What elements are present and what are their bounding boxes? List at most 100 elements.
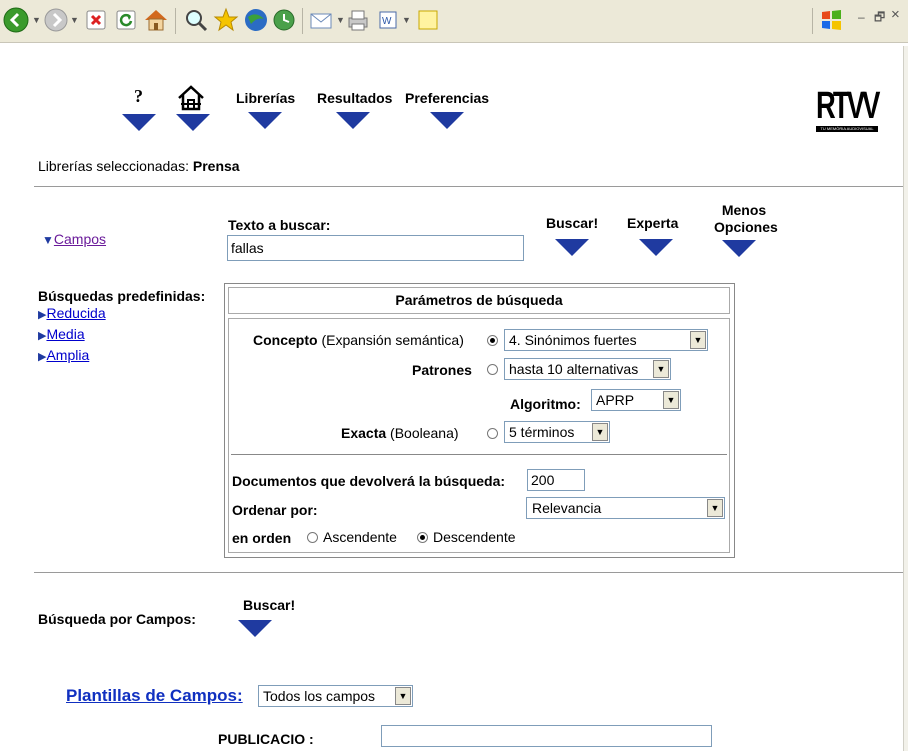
help-icon[interactable]: ? — [134, 86, 143, 107]
order-select[interactable]: Relevancia ▼ — [526, 497, 725, 519]
menos-label[interactable]: Menos — [714, 202, 774, 219]
exacta-label: Exacta — [341, 425, 387, 441]
nav-results[interactable]: Resultados — [317, 90, 392, 106]
campos-toggle[interactable]: ▼Campos — [42, 231, 106, 247]
rtvv-logo: RTVV TU MEMÒRIA AUDIOVISUAL — [816, 85, 880, 132]
mail-icon[interactable] — [308, 6, 336, 34]
search-icon[interactable] — [182, 6, 210, 34]
desc-radio[interactable] — [417, 532, 428, 543]
divider — [34, 186, 906, 187]
templates-select-value: Todos los campos — [263, 688, 376, 704]
print-icon[interactable] — [344, 6, 372, 34]
back-icon[interactable] — [2, 6, 30, 34]
experta-arrow-icon[interactable] — [639, 239, 673, 256]
templates-link[interactable]: Plantillas de Campos: — [66, 686, 243, 706]
less-options[interactable]: Menos Opciones — [714, 202, 778, 236]
patrones-label: Patrones — [412, 362, 472, 378]
predefined-item[interactable]: ▶Media — [38, 325, 106, 346]
asc-radio[interactable] — [307, 532, 318, 543]
home-nav-icon[interactable] — [176, 84, 206, 115]
stop-icon[interactable] — [82, 6, 110, 34]
selected-label: Librerías seleccionadas: — [38, 158, 189, 174]
exacta-select-value: 5 términos — [509, 424, 575, 440]
edit-icon[interactable]: W — [374, 6, 402, 34]
algoritmo-select[interactable]: APRP ▼ — [591, 389, 681, 411]
params-title: Parámetros de búsqueda — [228, 287, 730, 314]
svg-text:W: W — [382, 16, 392, 27]
history-icon[interactable] — [270, 6, 298, 34]
buscar-label[interactable]: Buscar! — [546, 215, 598, 231]
concepto-label: Concepto — [253, 332, 318, 348]
refresh-icon[interactable] — [112, 6, 140, 34]
algoritmo-label: Algoritmo: — [510, 396, 581, 412]
desc-label[interactable]: Descendente — [433, 529, 516, 545]
preferences-arrow-icon[interactable] — [430, 112, 464, 129]
favorites-icon[interactable] — [212, 6, 240, 34]
close-button[interactable]: × — [891, 6, 900, 23]
nav-preferences[interactable]: Preferencias — [405, 90, 489, 106]
publicacio-input[interactable] — [381, 725, 712, 747]
predefined-link-amplia[interactable]: Amplia — [46, 347, 89, 363]
notes-icon[interactable] — [414, 6, 442, 34]
concepto-row: Concepto (Expansión semántica) — [253, 332, 464, 348]
chevron-down-icon: ▼ — [663, 391, 679, 409]
exacta-select[interactable]: 5 términos ▼ — [504, 421, 610, 443]
libraries-arrow-icon[interactable] — [248, 112, 282, 129]
triangle-down-icon: ▼ — [42, 233, 54, 247]
concepto-sub: (Expansión semántica) — [321, 332, 464, 348]
divider — [34, 572, 906, 573]
direction-label: en orden — [232, 530, 292, 546]
browser-toolbar: ▼ ▼ ▼ W ▼ – 🗗 × — [0, 0, 908, 43]
predefined-item[interactable]: ▶Reducida — [38, 304, 106, 325]
buscar-arrow-icon[interactable] — [555, 239, 589, 256]
search-text-input[interactable]: fallas — [227, 235, 524, 261]
algoritmo-select-value: APRP — [596, 392, 635, 408]
exacta-radio[interactable] — [487, 428, 498, 439]
templates-select[interactable]: Todos los campos ▼ — [258, 685, 413, 707]
fields-buscar-arrow-icon[interactable] — [238, 620, 272, 637]
back-dropdown-icon[interactable]: ▼ — [32, 15, 41, 25]
minimize-button[interactable]: – — [858, 10, 865, 24]
help-arrow-icon[interactable] — [122, 114, 156, 131]
asc-label[interactable]: Ascendente — [323, 529, 397, 545]
media-icon[interactable] — [242, 6, 270, 34]
home-icon[interactable] — [142, 6, 170, 34]
order-label: Ordenar por: — [232, 502, 318, 518]
chevron-down-icon: ▼ — [653, 360, 669, 378]
selected-libraries: Librerías seleccionadas: Prensa — [38, 158, 240, 174]
predefined-link-reducida[interactable]: Reducida — [46, 305, 105, 321]
home-arrow-icon[interactable] — [176, 114, 210, 131]
fields-title: Búsqueda por Campos: — [38, 611, 196, 627]
exacta-row: Exacta (Booleana) — [341, 425, 459, 441]
results-arrow-icon[interactable] — [336, 112, 370, 129]
restore-button[interactable]: 🗗 — [874, 8, 885, 29]
selected-value: Prensa — [192, 158, 240, 174]
docs-label: Documentos que devolverá la búsqueda: — [232, 473, 506, 489]
predefined-link-media[interactable]: Media — [46, 326, 84, 342]
exacta-sub: (Booleana) — [390, 425, 459, 441]
publicacio-label: PUBLICACIO : — [218, 731, 314, 747]
concepto-radio[interactable] — [487, 335, 498, 346]
concepto-select[interactable]: 4. Sinónimos fuertes ▼ — [504, 329, 708, 351]
patrones-select[interactable]: hasta 10 alternativas ▼ — [504, 358, 671, 380]
forward-dropdown-icon[interactable]: ▼ — [70, 15, 79, 25]
docs-input[interactable]: 200 — [527, 469, 585, 491]
patrones-select-value: hasta 10 alternativas — [509, 361, 639, 377]
vertical-scrollbar[interactable] — [903, 46, 908, 751]
less-options-arrow-icon[interactable] — [722, 240, 756, 257]
text-label: Texto a buscar: — [228, 217, 331, 233]
campos-link[interactable]: Campos — [54, 231, 106, 247]
forward-icon[interactable] — [42, 6, 70, 34]
windows-logo-icon — [818, 6, 846, 34]
predefined-item[interactable]: ▶Amplia — [38, 346, 106, 367]
fields-buscar-label[interactable]: Buscar! — [243, 597, 295, 613]
params-divider — [231, 454, 727, 455]
patrones-radio[interactable] — [487, 364, 498, 375]
predefined-title: Búsquedas predefinidas: — [38, 288, 206, 304]
nav-libraries[interactable]: Librerías — [236, 90, 295, 106]
opciones-label[interactable]: Opciones — [714, 219, 778, 236]
chevron-down-icon: ▼ — [690, 331, 706, 349]
predefined-list: ▶Reducida ▶Media ▶Amplia — [38, 304, 106, 367]
edit-dropdown-icon[interactable]: ▼ — [402, 15, 411, 25]
experta-label[interactable]: Experta — [627, 215, 678, 231]
